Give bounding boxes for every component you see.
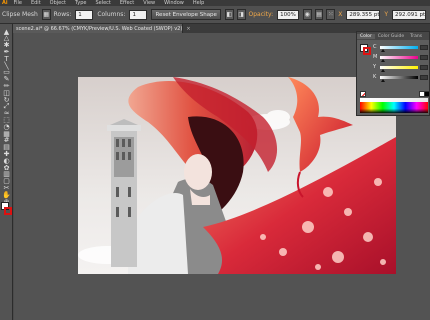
cyan-slider[interactable]: C: [373, 43, 429, 52]
tab-transparency[interactable]: Trans: [407, 34, 425, 39]
yellow-value[interactable]: [420, 64, 428, 70]
color-panel-tabs: Color Color Guide Trans: [357, 32, 429, 40]
envelope-options-icon[interactable]: ▦: [41, 9, 51, 20]
reset-envelope-shape-button[interactable]: Reset Envelope Shape: [151, 9, 221, 20]
artwork-canvas[interactable]: [78, 77, 396, 274]
black-track[interactable]: [380, 75, 418, 82]
opacity-input[interactable]: 100%: [277, 9, 299, 20]
yellow-track[interactable]: [380, 65, 418, 72]
yellow-slider[interactable]: Y: [373, 63, 429, 72]
artwork-illustration: [78, 77, 396, 274]
control-bar: Clipse Mesh ▦ Rows: 1 Columns: 1 Reset E…: [0, 6, 430, 24]
close-tab-icon[interactable]: ×: [186, 26, 190, 32]
color-spectrum[interactable]: [360, 102, 428, 113]
tools-panel: ▲△✱✒T╲▭✎✏◫↻⤢≈⬚◔▦#▤✚◐✿▥▢✂✋⊕: [0, 24, 13, 320]
panel-stroke-swatch[interactable]: [363, 47, 371, 55]
document-tab[interactable]: scene2.ai* @ 66.67% (CMYK/Preview/U.S. W…: [13, 24, 191, 33]
edit-contents-icon[interactable]: ◧: [224, 9, 234, 20]
yellow-label: Y: [373, 64, 377, 70]
rows-input[interactable]: 1: [75, 9, 94, 20]
tab-color[interactable]: Color: [357, 33, 375, 39]
magenta-value[interactable]: [420, 54, 428, 60]
x-input[interactable]: 289.355 pt: [346, 9, 381, 20]
black-swatch[interactable]: [424, 91, 430, 97]
stroke-swatch[interactable]: [4, 207, 12, 215]
y-label: Y: [384, 11, 389, 18]
align-icon[interactable]: ▤: [314, 9, 324, 20]
black-slider[interactable]: K: [373, 73, 429, 82]
columns-label: Columns:: [97, 11, 126, 18]
magenta-slider[interactable]: M: [373, 53, 429, 62]
opacity-label[interactable]: Opacity:: [249, 11, 274, 18]
y-input[interactable]: 292.091 pt: [392, 9, 427, 20]
none-swatch[interactable]: [360, 91, 366, 97]
color-panel: Color Color Guide Trans C M Y K: [356, 31, 430, 116]
columns-input[interactable]: 1: [129, 9, 148, 20]
black-value[interactable]: [420, 74, 428, 80]
current-tool-label: Clipse Mesh: [2, 11, 38, 18]
tab-color-guide[interactable]: Color Guide: [375, 34, 407, 39]
rows-label: Rows:: [53, 11, 72, 18]
cyan-label: C: [373, 44, 377, 50]
edit-envelope-icon[interactable]: ◨: [236, 9, 246, 20]
reference-point-icon[interactable]: ⁙: [326, 9, 336, 20]
magenta-track[interactable]: [380, 55, 418, 62]
black-label: K: [373, 74, 377, 80]
cyan-track[interactable]: [380, 45, 418, 52]
recolor-artwork-icon[interactable]: ◉: [302, 9, 312, 20]
fill-stroke-swatches[interactable]: [1, 202, 12, 220]
magenta-label: M: [373, 54, 378, 60]
x-label: X: [338, 11, 343, 18]
document-tab-title: scene2.ai* @ 66.67% (CMYK/Preview/U.S. W…: [16, 25, 183, 32]
cyan-value[interactable]: [420, 44, 428, 50]
